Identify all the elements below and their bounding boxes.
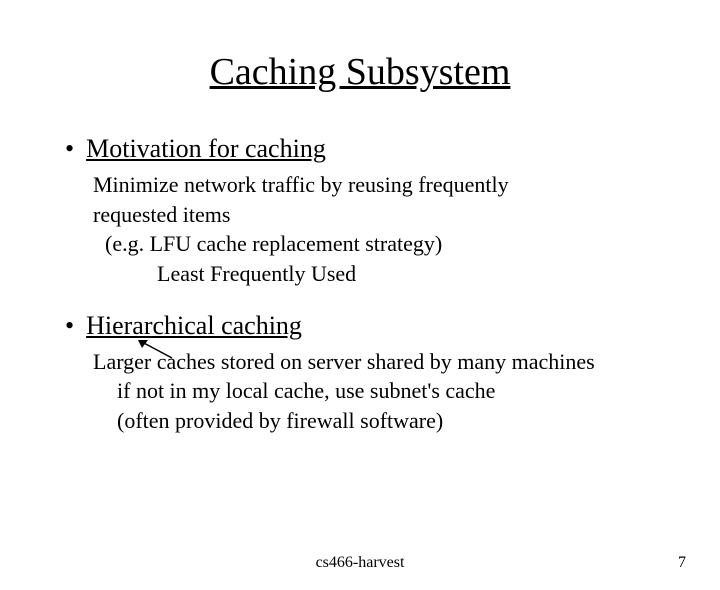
page-number: 7 <box>678 554 686 572</box>
sub-line: Larger caches stored on server shared by… <box>93 347 680 377</box>
bullet-subtext: Minimize network traffic by reusing freq… <box>93 170 680 289</box>
slide-body: • Motivation for caching Minimize networ… <box>0 134 720 436</box>
sub-line: Least Frequently Used <box>93 259 680 289</box>
bullet-heading: Hierarchical caching <box>86 311 302 341</box>
sub-line: if not in my local cache, use subnet's c… <box>93 376 680 406</box>
bullet-heading: Motivation for caching <box>86 134 326 164</box>
sub-line: (e.g. LFU cache replacement strategy) <box>93 229 680 259</box>
bullet-subtext: Larger caches stored on server shared by… <box>93 347 680 436</box>
sub-line: Minimize network traffic by reusing freq… <box>93 170 680 200</box>
bullet-mark: • <box>65 136 74 162</box>
sub-line: (often provided by firewall software) <box>93 406 680 436</box>
slide-title: Caching Subsystem <box>0 50 720 94</box>
bullet-item: • Hierarchical caching <box>65 311 680 341</box>
bullet-mark: • <box>65 313 74 339</box>
footer-label: cs466-harvest <box>0 554 720 572</box>
sub-line: requested items <box>93 200 680 230</box>
bullet-item: • Motivation for caching <box>65 134 680 164</box>
